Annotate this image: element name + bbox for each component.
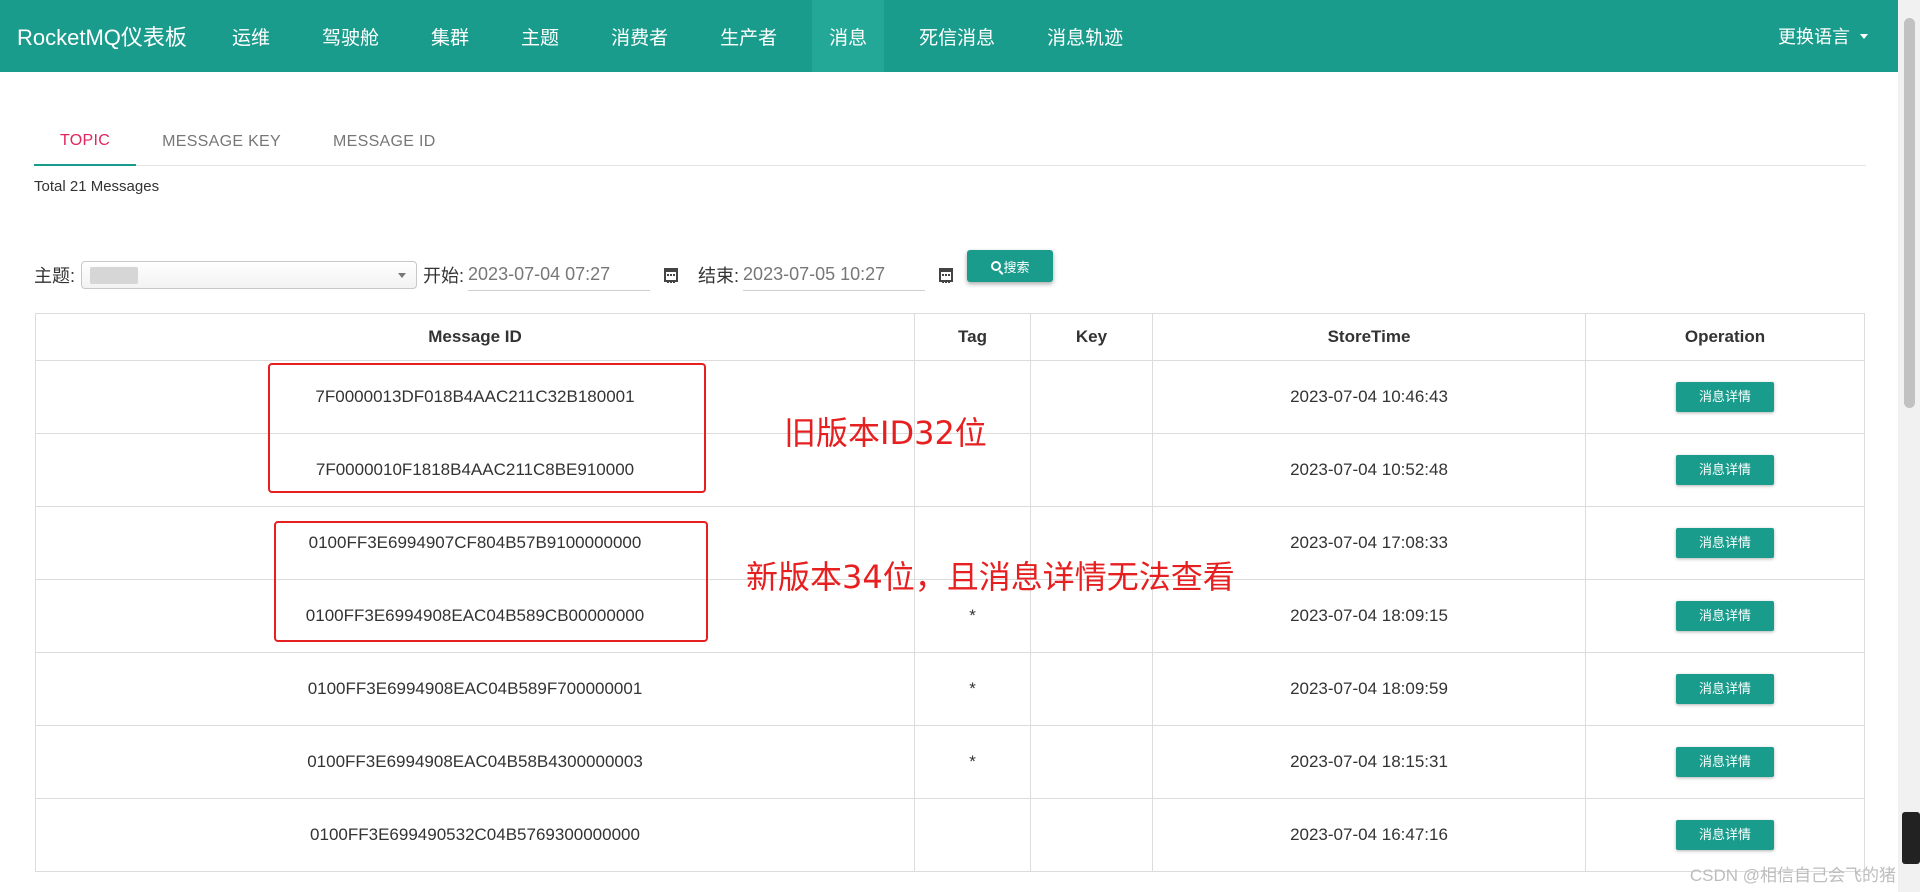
nav-item-producer[interactable]: 生产者	[703, 0, 794, 72]
header-store-time: StoreTime	[1152, 313, 1586, 361]
nav-item-dlq-message[interactable]: 死信消息	[902, 0, 1012, 72]
chevron-down-icon	[398, 273, 407, 278]
calendar-icon[interactable]	[664, 268, 679, 283]
start-time-label: 开始:	[423, 266, 465, 286]
cell-store-time: 2023-07-04 18:15:31	[1152, 725, 1586, 799]
filter-bar: 主题: 开始: 2023-07-04 07:27 结束: 2023-07-05 …	[34, 250, 1054, 298]
cell-operation: 消息详情	[1585, 652, 1865, 726]
cell-key	[1030, 798, 1153, 872]
cell-tag	[914, 798, 1031, 872]
message-detail-button[interactable]: 消息详情	[1676, 601, 1774, 631]
cell-key	[1030, 360, 1153, 434]
header-message-id: Message ID	[35, 313, 915, 361]
message-detail-button[interactable]: 消息详情	[1676, 674, 1774, 704]
table-header-row: Message ID Tag Key StoreTime Operation	[35, 313, 1865, 361]
cell-operation: 消息详情	[1585, 579, 1865, 653]
nav-item-cluster[interactable]: 集群	[414, 0, 486, 72]
end-time-input[interactable]: 2023-07-05 10:27	[743, 259, 926, 291]
message-detail-button[interactable]: 消息详情	[1676, 820, 1774, 850]
language-label: 更换语言	[1778, 27, 1850, 47]
tab-message-id[interactable]: MESSAGE ID	[307, 118, 462, 166]
top-navbar: RocketMQ仪表板 运维 驾驶舱 集群 主题 消费者 生产者 消息 死信消息…	[0, 0, 1898, 72]
tab-topic[interactable]: TOPIC	[34, 118, 137, 166]
end-time-label: 结束:	[698, 266, 740, 286]
cell-operation: 消息详情	[1585, 506, 1865, 580]
search-icon	[990, 261, 1001, 271]
cell-operation: 消息详情	[1585, 725, 1865, 799]
search-button-label: 搜索	[1003, 259, 1030, 275]
topic-select[interactable]	[81, 261, 418, 289]
cell-store-time: 2023-07-04 16:47:16	[1152, 798, 1586, 872]
nav-item-message[interactable]: 消息	[812, 0, 885, 72]
header-tag: Tag	[914, 313, 1031, 361]
message-detail-button[interactable]: 消息详情	[1676, 382, 1774, 412]
table-row: 0100FF3E699490532C04B5769300000000 2023-…	[35, 798, 1865, 872]
brand-title[interactable]: RocketMQ仪表板	[0, 20, 215, 52]
old-version-highlight-box	[268, 363, 706, 493]
calendar-icon[interactable]	[939, 268, 954, 283]
nav-item-cockpit[interactable]: 驾驶舱	[305, 0, 396, 72]
nav-menu: 运维 驾驶舱 集群 主题 消费者 生产者 消息 死信消息 消息轨迹	[215, 0, 1158, 72]
cell-message-id: 0100FF3E699490532C04B5769300000000	[35, 798, 915, 872]
cell-key	[1030, 725, 1153, 799]
redacted-topic-value	[90, 267, 139, 284]
nav-item-message-trace[interactable]: 消息轨迹	[1030, 0, 1140, 72]
cell-store-time: 2023-07-04 10:46:43	[1152, 360, 1586, 434]
cell-store-time: 2023-07-04 18:09:59	[1152, 652, 1586, 726]
message-detail-button[interactable]: 消息详情	[1676, 528, 1774, 558]
cell-message-id: 0100FF3E6994908EAC04B589F700000001	[35, 652, 915, 726]
caret-down-icon	[1860, 33, 1868, 39]
nav-item-ops[interactable]: 运维	[215, 0, 287, 72]
new-version-highlight-box	[274, 521, 708, 642]
header-operation: Operation	[1585, 313, 1865, 361]
table-row: 0100FF3E6994908EAC04B589F700000001 * 202…	[35, 652, 1865, 726]
cell-operation: 消息详情	[1585, 433, 1865, 507]
new-version-annotation: 新版本34位，且消息详情无法查看	[746, 558, 1235, 596]
cell-tag: *	[914, 725, 1031, 799]
search-tabs: TOPIC MESSAGE KEY MESSAGE ID	[34, 118, 1866, 166]
message-detail-button[interactable]: 消息详情	[1676, 747, 1774, 777]
cell-store-time: 2023-07-04 10:52:48	[1152, 433, 1586, 507]
topic-label: 主题:	[34, 266, 76, 286]
cell-key	[1030, 652, 1153, 726]
cell-message-id: 0100FF3E6994908EAC04B58B4300000003	[35, 725, 915, 799]
old-version-annotation: 旧版本ID32位	[784, 414, 987, 452]
header-key: Key	[1030, 313, 1153, 361]
language-dropdown[interactable]: 更换语言	[1778, 0, 1868, 72]
watermark: CSDN @相信自己会飞的猪	[1689, 866, 1896, 885]
cell-tag: *	[914, 652, 1031, 726]
scrollbar-thumb[interactable]	[1904, 18, 1915, 408]
tab-message-key[interactable]: MESSAGE KEY	[136, 118, 307, 166]
cell-operation: 消息详情	[1585, 360, 1865, 434]
cell-key	[1030, 433, 1153, 507]
nav-item-topic[interactable]: 主题	[504, 0, 576, 72]
message-detail-button[interactable]: 消息详情	[1676, 455, 1774, 485]
floating-widget[interactable]	[1902, 812, 1920, 864]
total-messages-count: Total 21 Messages	[34, 178, 160, 195]
table-row: 0100FF3E6994908EAC04B58B4300000003 * 202…	[35, 725, 1865, 799]
page-scrollbar[interactable]	[1898, 0, 1920, 892]
search-button[interactable]: 搜索	[967, 250, 1054, 282]
nav-item-consumer[interactable]: 消费者	[594, 0, 685, 72]
start-time-input[interactable]: 2023-07-04 07:27	[468, 259, 651, 291]
